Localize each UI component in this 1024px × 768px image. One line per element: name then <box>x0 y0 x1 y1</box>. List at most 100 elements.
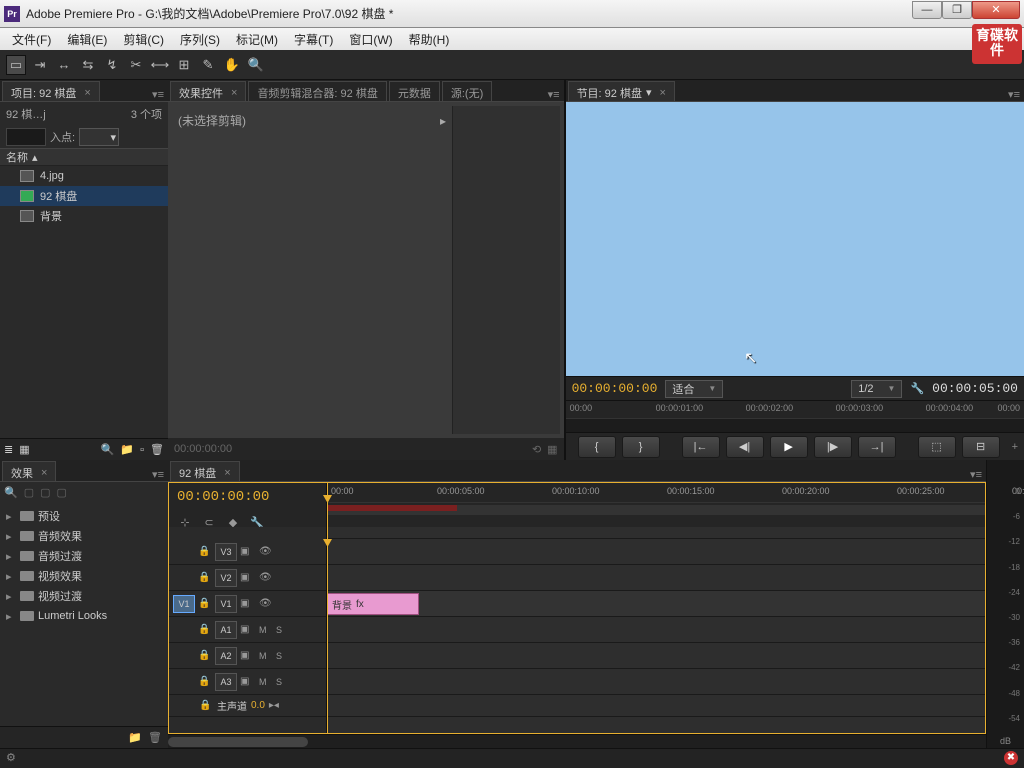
source-target-v1[interactable]: V1 <box>173 595 195 613</box>
eye-icon[interactable]: ▣ <box>240 676 256 687</box>
menu-help[interactable]: 帮助(H) <box>401 31 458 48</box>
program-ruler[interactable]: 00:00 00:00:01:00 00:00:02:00 00:00:03:0… <box>566 400 1024 418</box>
delete-icon[interactable]: 🗑 <box>150 443 164 456</box>
zoom-tool-icon[interactable]: 🔍 <box>246 55 266 75</box>
project-item[interactable]: 92 棋盘 <box>0 186 168 206</box>
effects-folder[interactable]: ▸视频效果 <box>0 566 168 586</box>
go-to-in-button[interactable]: |← <box>682 436 720 458</box>
lock-icon[interactable]: 🔒 <box>199 700 213 711</box>
panel-menu-icon[interactable]: ▾≡ <box>1004 88 1024 101</box>
timeline-tracks-area[interactable]: 背景fx <box>327 527 985 733</box>
ec-btn-icon[interactable]: ▦ <box>547 443 557 456</box>
inpoint-dropdown[interactable]: ▾ <box>79 128 119 146</box>
lock-icon[interactable]: 🔒 <box>198 572 212 583</box>
track-select-tool-icon[interactable]: ⇥ <box>30 55 50 75</box>
project-item[interactable]: 背景 <box>0 206 168 226</box>
panel-menu-icon[interactable]: ▾≡ <box>966 468 986 481</box>
mark-out-button[interactable]: } <box>622 436 660 458</box>
track-header-v2[interactable]: 🔒 V2 ▣👁 <box>169 565 326 591</box>
chevron-right-icon[interactable]: ▸ <box>440 114 446 128</box>
eye-icon[interactable]: ▣ <box>240 650 256 661</box>
lock-icon[interactable]: 🔒 <box>198 650 212 661</box>
mark-in-button[interactable]: { <box>578 436 616 458</box>
project-item[interactable]: 4.jpg <box>0 166 168 186</box>
new-bin-icon[interactable]: 📁 <box>120 443 134 456</box>
lock-icon[interactable]: 🔒 <box>198 676 212 687</box>
extract-button[interactable]: ⊟ <box>962 436 1000 458</box>
eye-icon[interactable]: 👁 <box>259 598 275 609</box>
playhead[interactable] <box>327 527 328 733</box>
track-header-a1[interactable]: 🔒 A1 ▣MS <box>169 617 326 643</box>
eye-icon[interactable]: ▣ <box>240 598 256 609</box>
lock-icon[interactable]: 🔒 <box>198 598 212 609</box>
fx-badge-icon[interactable]: ▢ <box>24 486 34 499</box>
eye-icon[interactable]: ▣ <box>240 546 256 557</box>
close-button[interactable]: ✕ <box>972 1 1020 19</box>
minimize-button[interactable]: — <box>912 1 942 19</box>
error-icon[interactable]: ✖ <box>1004 751 1018 765</box>
effects-folder[interactable]: ▸音频过渡 <box>0 546 168 566</box>
slide-tool-icon[interactable]: ⊞ <box>174 55 194 75</box>
settings-icon[interactable]: 🔧 <box>910 382 924 395</box>
tab-effects[interactable]: 效果 <box>2 461 56 481</box>
fx-badge-icon[interactable]: ▢ <box>40 486 50 499</box>
slip-tool-icon[interactable]: ⟷ <box>150 55 170 75</box>
tab-metadata[interactable]: 元数据 <box>389 81 440 101</box>
tab-project[interactable]: 项目: 92 棋盘 <box>2 81 100 101</box>
tab-sequence[interactable]: 92 棋盘 <box>170 461 240 481</box>
step-back-button[interactable]: ◀| <box>726 436 764 458</box>
find-icon[interactable]: 🔍 <box>101 443 115 456</box>
menu-marker[interactable]: 标记(M) <box>228 31 286 48</box>
resolution-dropdown[interactable]: 1/2 <box>851 380 902 398</box>
rolling-tool-icon[interactable]: ⇆ <box>78 55 98 75</box>
project-search-input[interactable] <box>6 128 46 146</box>
menu-clip[interactable]: 剪辑(C) <box>115 31 172 48</box>
zoom-fit-dropdown[interactable]: 适合 <box>665 380 723 398</box>
project-column-header[interactable]: 名称▴ <box>0 148 168 166</box>
hand-tool-icon[interactable]: ✋ <box>222 55 242 75</box>
eye-icon[interactable]: ▣ <box>240 624 256 635</box>
selection-tool-icon[interactable]: ▭ <box>6 55 26 75</box>
maximize-button[interactable]: ❐ <box>942 1 972 19</box>
list-view-icon[interactable]: ≣ <box>4 443 13 456</box>
tab-source[interactable]: 源:(无) <box>442 81 492 101</box>
program-scrubber[interactable] <box>566 418 1024 432</box>
menu-edit[interactable]: 编辑(E) <box>59 31 115 48</box>
menu-title[interactable]: 字幕(T) <box>286 31 341 48</box>
button-editor-icon[interactable]: + <box>1012 441 1018 453</box>
eye-icon[interactable]: 👁 <box>259 572 275 583</box>
menu-sequence[interactable]: 序列(S) <box>172 31 228 48</box>
program-timecode-right[interactable]: 00:00:05:00 <box>932 381 1018 396</box>
effects-folder[interactable]: ▸预设 <box>0 506 168 526</box>
tab-effect-controls[interactable]: 效果控件 <box>170 81 246 101</box>
razor-tool-icon[interactable]: ✂ <box>126 55 146 75</box>
timeline-ruler[interactable]: 00:00 00:00:05:00 00:00:10:00 00:00:15:0… <box>327 483 985 527</box>
go-to-out-button[interactable]: →| <box>858 436 896 458</box>
track-header-master[interactable]: 🔒 主声道 0.0 ▸◂ <box>169 695 326 717</box>
lock-icon[interactable]: 🔒 <box>198 624 212 635</box>
eye-icon[interactable]: 👁 <box>259 546 275 557</box>
panel-menu-icon[interactable]: ▾≡ <box>544 88 564 101</box>
effects-folder[interactable]: ▸视频过渡 <box>0 586 168 606</box>
new-item-icon[interactable]: ▫ <box>140 444 144 456</box>
menu-file[interactable]: 文件(F) <box>4 31 59 48</box>
tab-audio-mixer[interactable]: 音频剪辑混合器: 92 棋盘 <box>248 81 386 101</box>
eye-icon[interactable]: ▣ <box>240 572 256 583</box>
pen-tool-icon[interactable]: ✎ <box>198 55 218 75</box>
lock-icon[interactable]: 🔒 <box>198 546 212 557</box>
track-header-v3[interactable]: 🔒 V3 ▣👁 <box>169 539 326 565</box>
playhead[interactable] <box>327 483 328 527</box>
ripple-tool-icon[interactable]: ↔ <box>54 55 74 75</box>
effects-folder[interactable]: ▸音频效果 <box>0 526 168 546</box>
effects-folder[interactable]: ▸Lumetri Looks <box>0 606 168 626</box>
track-header-a2[interactable]: 🔒 A2 ▣MS <box>169 643 326 669</box>
panel-menu-icon[interactable]: ▾≡ <box>148 468 168 481</box>
timeline-timecode[interactable]: 00:00:00:00 <box>169 483 326 511</box>
menu-window[interactable]: 窗口(W) <box>341 31 400 48</box>
program-monitor-view[interactable] <box>566 102 1024 376</box>
program-timecode-left[interactable]: 00:00:00:00 <box>572 381 658 396</box>
work-area-bar[interactable] <box>327 505 457 511</box>
rate-tool-icon[interactable]: ↯ <box>102 55 122 75</box>
fx-badge-icon[interactable]: ▢ <box>57 486 67 499</box>
master-volume[interactable]: 0.0 <box>251 700 265 711</box>
